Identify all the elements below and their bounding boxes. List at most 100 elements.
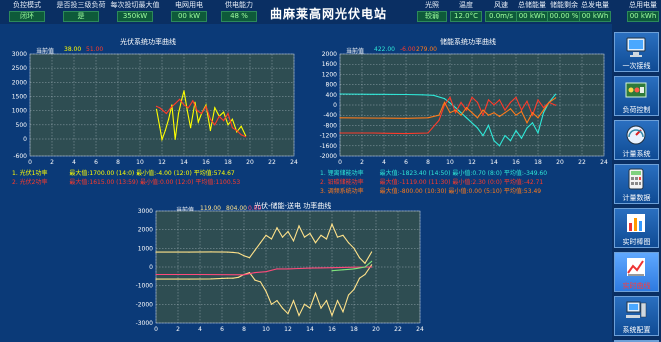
series-point bbox=[237, 276, 240, 278]
nav-realtime-curve[interactable]: 实时曲线 bbox=[614, 252, 659, 292]
series-point bbox=[226, 251, 229, 253]
nav-system-config[interactable]: 系统配置 bbox=[614, 296, 659, 336]
series-point bbox=[515, 96, 517, 98]
series-point bbox=[358, 257, 361, 259]
x-tick-label: 24 bbox=[416, 326, 424, 333]
series-point bbox=[276, 300, 278, 302]
series-point bbox=[531, 122, 534, 124]
series-point bbox=[186, 110, 188, 112]
series-point bbox=[187, 107, 189, 109]
x-tick-label: 20 bbox=[556, 159, 564, 166]
energy-field-value: 00 kWh bbox=[627, 11, 659, 22]
series-point bbox=[342, 266, 344, 268]
series-point bbox=[471, 96, 473, 98]
y-tick-label: -1200 bbox=[320, 133, 338, 140]
series-point bbox=[303, 303, 306, 305]
energy-field-label: 储能剩余 bbox=[550, 1, 578, 9]
series-point bbox=[339, 132, 341, 134]
legend-series-stats: 最大值:-1823.40 (14:50) 最小值:0.70 (8:0) 平均值:… bbox=[379, 170, 548, 177]
series-point bbox=[504, 112, 506, 114]
series-point bbox=[493, 112, 495, 114]
series-point bbox=[227, 124, 229, 126]
y-tick-label: 1000 bbox=[138, 245, 153, 252]
series-point bbox=[183, 104, 185, 106]
series-point bbox=[188, 251, 190, 253]
legend-entry: 2. 铅碳储能功率 最大值:-1119.00 (11:30) 最小值:2.30 … bbox=[320, 177, 543, 186]
series-point bbox=[465, 117, 468, 119]
series-point bbox=[372, 93, 374, 95]
series-point bbox=[265, 234, 267, 236]
series-point bbox=[438, 114, 440, 116]
series-point bbox=[210, 251, 212, 253]
series-point bbox=[209, 129, 211, 132]
series-point bbox=[259, 281, 262, 283]
series-point bbox=[214, 124, 216, 126]
series-point bbox=[292, 240, 295, 242]
series-point bbox=[331, 223, 333, 225]
nav-load-control[interactable]: 负荷控制 bbox=[614, 76, 659, 116]
series-point bbox=[254, 272, 256, 274]
series-point bbox=[196, 110, 198, 112]
x-tick-label: 4 bbox=[198, 326, 202, 333]
series-point bbox=[237, 252, 240, 254]
series-point bbox=[320, 267, 322, 269]
line-chart-icon bbox=[627, 258, 645, 276]
x-tick-label: 2 bbox=[360, 159, 364, 166]
y-tick-label: 400 bbox=[326, 92, 338, 99]
series-point bbox=[487, 124, 490, 126]
series-point bbox=[509, 101, 512, 103]
series-point bbox=[309, 267, 311, 269]
weather-field-label: 光照 bbox=[425, 1, 439, 9]
series-point bbox=[281, 307, 284, 309]
x-tick-label: 20 bbox=[246, 159, 254, 166]
series-point bbox=[309, 307, 311, 309]
series-point bbox=[421, 94, 424, 96]
series-point bbox=[325, 238, 328, 240]
control-panel-icon bbox=[625, 82, 647, 98]
x-tick-label: 18 bbox=[224, 159, 232, 166]
series-point bbox=[226, 277, 229, 279]
x-tick-label: 16 bbox=[328, 326, 336, 333]
y-tick-label: -2000 bbox=[136, 301, 154, 308]
nav-single-line-diagram[interactable]: 一次接线 bbox=[614, 32, 659, 72]
nav-realtime-bar-chart[interactable]: 实时棒图 bbox=[614, 208, 659, 248]
series-point bbox=[342, 311, 344, 313]
series-point bbox=[209, 118, 211, 120]
nav-metering-system[interactable]: 计量系统 bbox=[614, 120, 659, 160]
x-tick-label: 0 bbox=[28, 159, 32, 166]
status-field: 每次投切最大值 350kW bbox=[110, 1, 160, 22]
y-tick-label: 2500 bbox=[12, 65, 27, 72]
series-point bbox=[181, 98, 183, 100]
weather-field-value: 12.0°C bbox=[450, 11, 482, 22]
series-point bbox=[520, 137, 523, 139]
legend-series-name: 2. 光伏2功率 bbox=[12, 179, 48, 186]
series-point bbox=[199, 273, 201, 276]
series-point bbox=[509, 108, 512, 110]
series-point bbox=[531, 112, 534, 114]
energy-field-value: 00.00 % bbox=[547, 11, 581, 22]
series-point bbox=[339, 93, 341, 95]
series-point bbox=[542, 107, 545, 109]
series-point bbox=[276, 268, 278, 270]
series-point bbox=[548, 101, 550, 103]
status-field: 供电能力 48 % bbox=[214, 1, 264, 22]
series-point bbox=[254, 279, 256, 281]
status-field-value: 48 % bbox=[221, 11, 257, 22]
series-point bbox=[223, 120, 225, 122]
series-point bbox=[171, 104, 173, 106]
x-tick-label: 22 bbox=[578, 159, 586, 166]
nav-metering-data[interactable]: 计量数据 bbox=[614, 164, 659, 204]
series-point bbox=[254, 249, 256, 251]
bar-chart-icon bbox=[627, 214, 645, 232]
y-tick-label: 3000 bbox=[12, 51, 27, 58]
series-point bbox=[482, 109, 484, 111]
series-point bbox=[520, 109, 523, 111]
legend-entry: 3. 调频系统功率 最大值:-800.00 (10:30) 最小值:0.00 (… bbox=[320, 186, 541, 195]
nav-label: 实时棒图 bbox=[622, 238, 651, 246]
y-tick-label: 2000 bbox=[138, 227, 153, 234]
series-point bbox=[155, 278, 157, 280]
x-tick-label: 10 bbox=[136, 159, 144, 166]
x-tick-label: 2 bbox=[176, 326, 180, 333]
nav-label: 实时曲线 bbox=[622, 282, 651, 290]
series-point bbox=[364, 266, 366, 268]
